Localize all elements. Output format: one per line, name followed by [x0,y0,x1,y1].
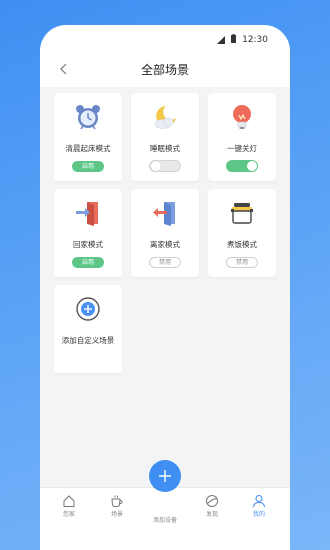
add-device-button[interactable] [149,460,181,492]
scene-label: 回家模式 [73,240,103,249]
page-title: 全部场景 [140,62,189,77]
battery-icon [231,34,237,46]
phone-frame: 12:30 全部场景 清晨起床模式 启用 睡眠模式 一键关灯 回家模式 启用 离… [40,25,290,550]
nav-label: 发现 [205,511,218,518]
scene-label: 一键关灯 [227,144,257,153]
scene-card-cooking[interactable]: 煮饭模式 禁用 [208,189,276,277]
nav-item-discover[interactable]: 发现 [194,493,230,518]
scene-card-home[interactable]: 回家模式 启用 [54,189,122,277]
add-scene-card[interactable]: 添加自定义场景 [54,285,122,373]
header: 全部场景 [40,55,290,83]
nav-item-mine[interactable]: 我的 [241,493,277,518]
scene-card-away[interactable]: 离家模式 禁用 [131,189,199,277]
chevron-left-icon [60,63,67,75]
status-badge[interactable]: 禁用 [226,257,258,268]
light-bulb-icon [228,103,256,131]
cup-icon [110,493,124,507]
scene-toggle[interactable] [226,160,258,172]
toggle-knob [151,161,161,171]
scene-label: 睡眠模式 [150,144,180,153]
status-badge[interactable]: 启用 [72,161,104,172]
add-device-label: 添加设备 [152,517,177,524]
discover-icon [205,493,219,507]
status-badge[interactable]: 启用 [72,257,104,268]
status-time: 12:30 [242,35,268,45]
back-button[interactable] [54,59,72,79]
scene-card-lights-off[interactable]: 一键关灯 [208,93,276,181]
add-scene-label: 添加自定义场景 [61,336,115,345]
home-icon [62,493,76,507]
add-circle-icon [74,295,102,323]
nav-item-home[interactable]: 您家 [51,493,87,518]
toggle-knob [247,161,257,171]
rice-cooker-icon [228,199,256,227]
signal-icon [217,36,226,44]
scene-toggle[interactable] [149,160,181,172]
nav-item-scene[interactable]: 场景 [99,493,135,518]
user-icon [252,493,266,508]
plus-icon [159,470,171,482]
alarm-clock-icon [74,103,102,131]
door-enter-icon [74,199,102,227]
door-exit-icon [151,199,179,227]
nav-label: 您家 [62,511,75,518]
scene-card-sleep[interactable]: 睡眠模式 [131,93,199,181]
status-bar: 12:30 [40,25,290,55]
scene-grid: 清晨起床模式 启用 睡眠模式 一键关灯 回家模式 启用 离家模式 禁用 煮饭模式… [40,87,290,487]
status-badge[interactable]: 禁用 [149,257,181,268]
scene-label: 清晨起床模式 [65,144,111,153]
nav-label: 场景 [110,511,123,518]
scene-label: 煮饭模式 [227,240,257,249]
nav-label: 我的 [252,511,265,518]
moon-cloud-icon [151,103,179,131]
scene-card-morning[interactable]: 清晨起床模式 启用 [54,93,122,181]
scene-label: 离家模式 [150,240,180,249]
